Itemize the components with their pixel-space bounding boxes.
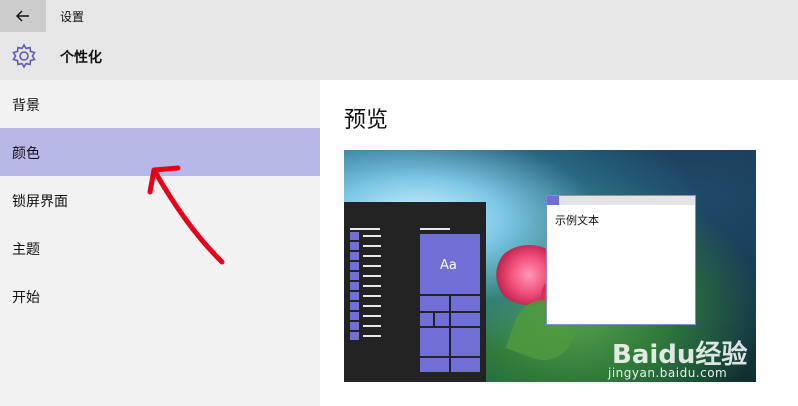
sample-accent (547, 196, 559, 205)
gear-icon (12, 43, 36, 69)
sidebar-item-label: 颜色 (12, 146, 40, 162)
tile (420, 296, 449, 311)
back-button[interactable] (0, 0, 46, 32)
preview-heading: 预览 (344, 108, 389, 133)
page-header: 个性化 (0, 32, 798, 80)
arrow-left-icon (16, 10, 29, 22)
tile-label: Aa (440, 258, 457, 273)
page-title: 个性化 (60, 50, 102, 66)
tile (420, 328, 449, 356)
sidebar-item-label: 锁屏界面 (12, 194, 68, 210)
tile (435, 313, 449, 326)
watermark-url: jingyan.baidu.com (608, 366, 728, 380)
tile (451, 313, 480, 326)
menu-line (350, 228, 380, 230)
tile (451, 328, 480, 356)
sidebar-item-label: 主题 (12, 242, 40, 258)
start-menu-preview: Aa (344, 202, 486, 382)
sample-text: 示例文本 (555, 214, 599, 227)
sidebar-item-start[interactable]: 开始 (0, 272, 320, 320)
tile (451, 296, 480, 311)
sidebar-item-background[interactable]: 背景 (0, 80, 320, 128)
annotation-arrow-icon (147, 165, 225, 265)
sidebar-item-label: 开始 (12, 290, 40, 306)
menu-line (420, 228, 450, 230)
sidebar-item-label: 背景 (12, 98, 40, 114)
title-bar: 设置 (0, 0, 798, 32)
app-title: 设置 (60, 10, 85, 24)
tile (420, 313, 433, 326)
sample-titlebar (547, 196, 695, 205)
tile (451, 358, 480, 372)
tile-large: Aa (420, 234, 480, 294)
tile (420, 358, 449, 372)
sample-window-preview: 示例文本 (546, 195, 696, 325)
